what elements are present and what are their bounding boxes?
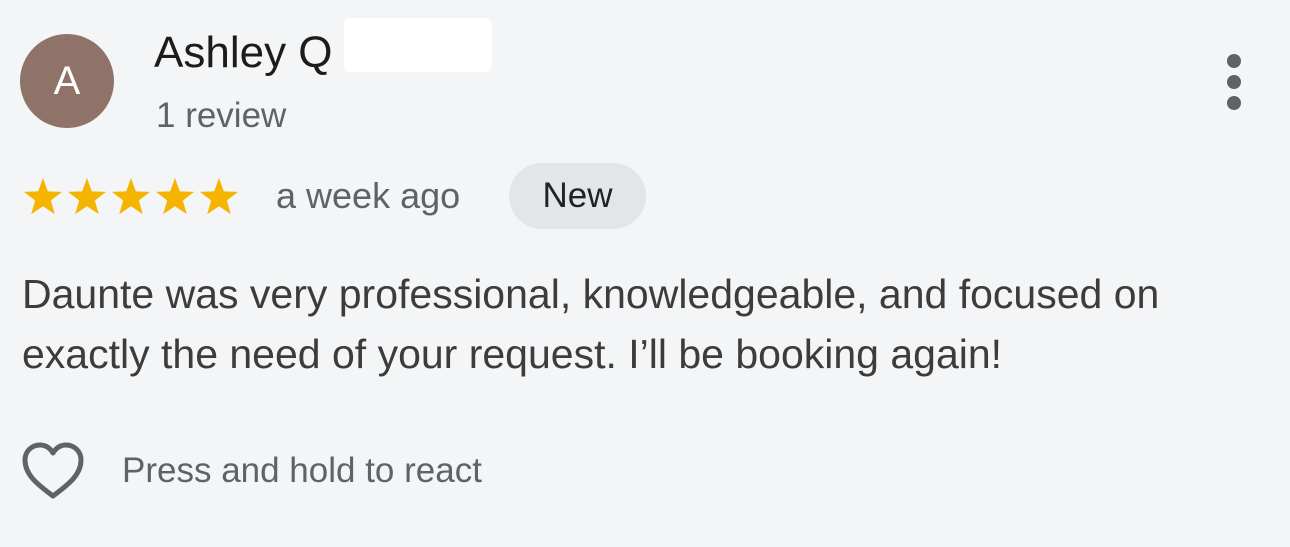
author-name[interactable]: Ashley Q [154, 28, 333, 78]
redacted-surname [344, 18, 492, 72]
new-badge: New [509, 163, 646, 229]
star-icon [23, 178, 63, 215]
star-icon [67, 178, 107, 215]
star-rating [22, 176, 240, 218]
avatar-letter: A [53, 59, 81, 103]
more-vertical-icon-dot [1227, 96, 1241, 110]
avatar[interactable]: A [20, 34, 114, 128]
react-button[interactable]: Press and hold to react [20, 440, 482, 502]
author-review-count: 1 review [156, 96, 287, 135]
review-card: A Ashley Q 1 review a week ago New Daunt… [0, 0, 1290, 547]
star-icon [111, 178, 151, 215]
more-options-button[interactable] [1212, 50, 1256, 114]
react-label: Press and hold to react [122, 451, 482, 490]
star-icon [199, 178, 239, 215]
more-vertical-icon-dot [1227, 75, 1241, 89]
star-icon [155, 178, 195, 215]
more-vertical-icon [1227, 54, 1241, 68]
review-time: a week ago [276, 175, 461, 216]
heart-outline-icon [22, 442, 84, 499]
review-text: Daunte was very professional, knowledgea… [22, 271, 1160, 377]
